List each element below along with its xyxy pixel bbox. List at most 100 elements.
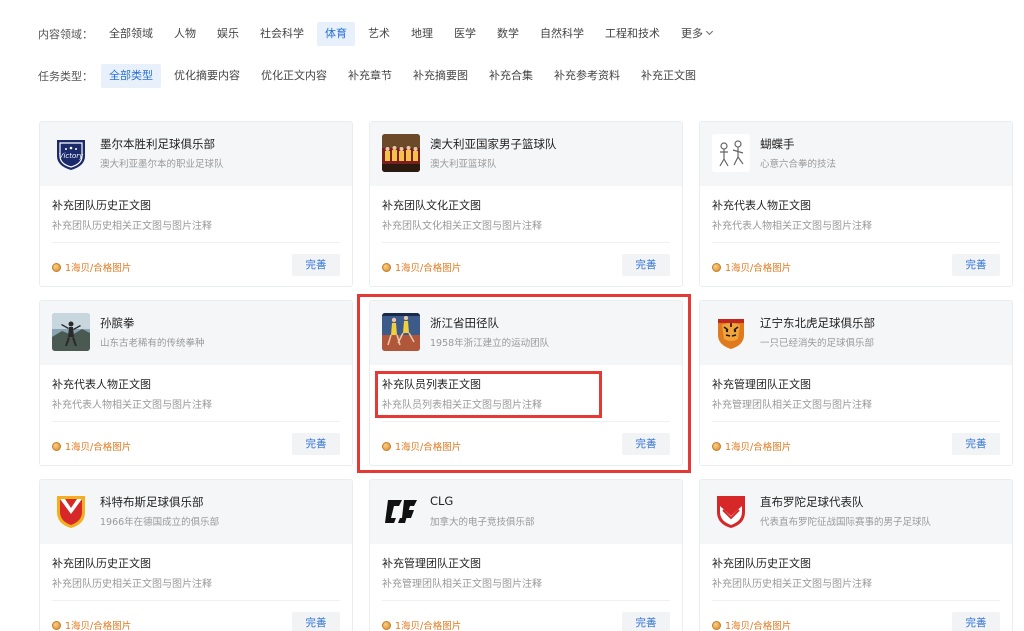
coin-icon — [52, 262, 61, 272]
task-type-filter-row: 任务类型： 全部类型 优化摘要内容 优化正文内容 补充章节 补充摘要图 补充合集… — [38, 63, 709, 89]
domain-tag-people[interactable]: 人物 — [166, 22, 204, 46]
card-title[interactable]: 墨尔本胜利足球俱乐部 — [100, 136, 215, 152]
coin-icon — [712, 441, 721, 451]
basketball-team-photo-icon — [382, 134, 420, 172]
improve-button[interactable]: 完善 — [292, 433, 340, 455]
task-tag-optimize-summary[interactable]: 优化摘要内容 — [166, 64, 248, 88]
card-header: 浙江省田径队 1958年浙江建立的运动团队 — [370, 301, 682, 365]
card-title[interactable]: 辽宁东北虎足球俱乐部 — [760, 315, 875, 331]
improve-button[interactable]: 完善 — [292, 254, 340, 276]
coin-icon — [382, 620, 391, 630]
task-card[interactable]: 蝴蝶手 心意六合拳的技法 补充代表人物正文图 补充代表人物相关正文图与图片注释 … — [699, 121, 1013, 287]
domain-tag-geography[interactable]: 地理 — [403, 22, 441, 46]
domain-tag-art[interactable]: 艺术 — [360, 22, 398, 46]
task-tag-add-section[interactable]: 补充章节 — [340, 64, 400, 88]
task-title: 补充团队历史正文图 — [52, 557, 151, 570]
reward-info: 1海贝/合格图片 — [382, 439, 461, 453]
card-subtitle: 心意六合拳的技法 — [760, 159, 837, 170]
task-card[interactable]: 澳大利亚国家男子篮球队 澳大利亚篮球队 补充团队文化正文图 补充团队文化相关正文… — [369, 121, 683, 287]
task-tag-all[interactable]: 全部类型 — [101, 64, 161, 88]
butterfly-fist-icon — [712, 134, 750, 172]
domain-tag-sports[interactable]: 体育 — [317, 22, 355, 46]
task-card[interactable]: 浙江省田径队 1958年浙江建立的运动团队 补充队员列表正文图 补充队员列表相关… — [369, 300, 683, 466]
task-description: 补充团队历史相关正文图与图片注释 — [712, 579, 872, 590]
card-subtitle: 山东古老稀有的传统拳种 — [100, 338, 205, 349]
card-header: Victory 墨尔本胜利足球俱乐部 澳大利亚墨尔本的职业足球队 — [40, 122, 352, 186]
task-title: 补充代表人物正文图 — [52, 378, 151, 391]
card-subtitle: 一只已经消失的足球俱乐部 — [760, 338, 875, 349]
card-header: 直布罗陀足球代表队 代表直布罗陀征战国际赛事的男子足球队 — [700, 480, 1012, 544]
improve-button[interactable]: 完善 — [292, 612, 340, 631]
task-tag-add-collection[interactable]: 补充合集 — [481, 64, 541, 88]
improve-button[interactable]: 完善 — [622, 254, 670, 276]
card-header: 蝴蝶手 心意六合拳的技法 — [700, 122, 1012, 186]
domain-tag-all[interactable]: 全部领域 — [101, 22, 161, 46]
improve-button[interactable]: 完善 — [622, 612, 670, 631]
card-divider — [52, 600, 340, 601]
domain-tag-more[interactable]: 更多 — [673, 22, 720, 46]
task-card[interactable]: 科特布斯足球俱乐部 1966年在德国成立的俱乐部 补充团队历史正文图 补充团队历… — [39, 479, 353, 631]
task-description: 补充团队历史相关正文图与图片注释 — [52, 579, 212, 590]
task-tag-add-references[interactable]: 补充参考资料 — [546, 64, 628, 88]
task-card[interactable]: Victory 墨尔本胜利足球俱乐部 澳大利亚墨尔本的职业足球队 补充团队历史正… — [39, 121, 353, 287]
domain-tag-engineering[interactable]: 工程和技术 — [597, 22, 668, 46]
task-tag-optimize-body[interactable]: 优化正文内容 — [253, 64, 335, 88]
task-card[interactable]: CLG 加拿大的电子竞技俱乐部 补充管理团队正文图 补充管理团队相关正文图与图片… — [369, 479, 683, 631]
improve-button[interactable]: 完善 — [622, 433, 670, 455]
track-athletes-photo-icon — [382, 313, 420, 351]
martial-artist-photo-icon — [52, 313, 90, 351]
reward-info: 1海贝/合格图片 — [52, 260, 131, 274]
task-title: 补充管理团队正文图 — [712, 378, 811, 391]
improve-button[interactable]: 完善 — [952, 433, 1000, 455]
task-card[interactable]: 直布罗陀足球代表队 代表直布罗陀征战国际赛事的男子足球队 补充团队历史正文图 补… — [699, 479, 1013, 631]
domain-tag-social-science[interactable]: 社会科学 — [252, 22, 312, 46]
card-title[interactable]: 蝴蝶手 — [760, 136, 795, 152]
card-header: CLG 加拿大的电子竞技俱乐部 — [370, 480, 682, 544]
card-title[interactable]: 孙膑拳 — [100, 315, 135, 331]
card-header: 科特布斯足球俱乐部 1966年在德国成立的俱乐部 — [40, 480, 352, 544]
card-title[interactable]: 浙江省田径队 — [430, 315, 499, 331]
card-subtitle: 澳大利亚篮球队 — [430, 159, 497, 170]
card-title[interactable]: 澳大利亚国家男子篮球队 — [430, 136, 557, 152]
task-card[interactable]: 辽宁东北虎足球俱乐部 一只已经消失的足球俱乐部 补充管理团队正文图 补充管理团队… — [699, 300, 1013, 466]
reward-info: 1海贝/合格图片 — [712, 618, 791, 631]
coin-icon — [382, 441, 391, 451]
card-title[interactable]: 直布罗陀足球代表队 — [760, 494, 864, 510]
reward-info: 1海贝/合格图片 — [52, 618, 131, 631]
card-subtitle: 1966年在德国成立的俱乐部 — [100, 517, 220, 528]
card-title[interactable]: CLG — [430, 494, 453, 508]
task-description: 补充代表人物相关正文图与图片注释 — [712, 221, 872, 232]
card-divider — [712, 421, 1000, 422]
card-header: 澳大利亚国家男子篮球队 澳大利亚篮球队 — [370, 122, 682, 186]
improve-button[interactable]: 完善 — [952, 612, 1000, 631]
task-tag-add-summary-image[interactable]: 补充摘要图 — [405, 64, 476, 88]
task-title: 补充团队文化正文图 — [382, 199, 481, 212]
domain-tag-natural-science[interactable]: 自然科学 — [532, 22, 592, 46]
clg-logo-icon — [382, 492, 420, 530]
reward-text: 1海贝/合格图片 — [725, 263, 792, 274]
card-title[interactable]: 科特布斯足球俱乐部 — [100, 494, 204, 510]
coin-icon — [52, 620, 61, 630]
domain-tag-math[interactable]: 数学 — [489, 22, 527, 46]
card-subtitle: 澳大利亚墨尔本的职业足球队 — [100, 159, 224, 170]
reward-info: 1海贝/合格图片 — [712, 439, 791, 453]
gibraltar-shield-icon — [712, 492, 750, 530]
task-tag-add-body-image[interactable]: 补充正文图 — [633, 64, 704, 88]
domain-tag-medicine[interactable]: 医学 — [446, 22, 484, 46]
more-label: 更多 — [681, 27, 703, 40]
card-subtitle: 加拿大的电子竞技俱乐部 — [430, 517, 535, 528]
improve-button[interactable]: 完善 — [952, 254, 1000, 276]
reward-info: 1海贝/合格图片 — [52, 439, 131, 453]
task-card[interactable]: 孙膑拳 山东古老稀有的传统拳种 补充代表人物正文图 补充代表人物相关正文图与图片… — [39, 300, 353, 466]
card-divider — [382, 242, 670, 243]
domain-tag-entertainment[interactable]: 娱乐 — [209, 22, 247, 46]
reward-info: 1海贝/合格图片 — [382, 618, 461, 631]
task-title: 补充管理团队正文图 — [382, 557, 481, 570]
card-divider — [382, 421, 670, 422]
task-description: 补充代表人物相关正文图与图片注释 — [52, 400, 212, 411]
card-header: 辽宁东北虎足球俱乐部 一只已经消失的足球俱乐部 — [700, 301, 1012, 365]
task-description: 补充队员列表相关正文图与图片注释 — [382, 400, 542, 411]
domain-filter-row: 内容领域： 全部领域 人物 娱乐 社会科学 体育 艺术 地理 医学 数学 自然科… — [38, 21, 725, 47]
reward-text: 1海贝/合格图片 — [395, 621, 462, 631]
reward-info: 1海贝/合格图片 — [382, 260, 461, 274]
